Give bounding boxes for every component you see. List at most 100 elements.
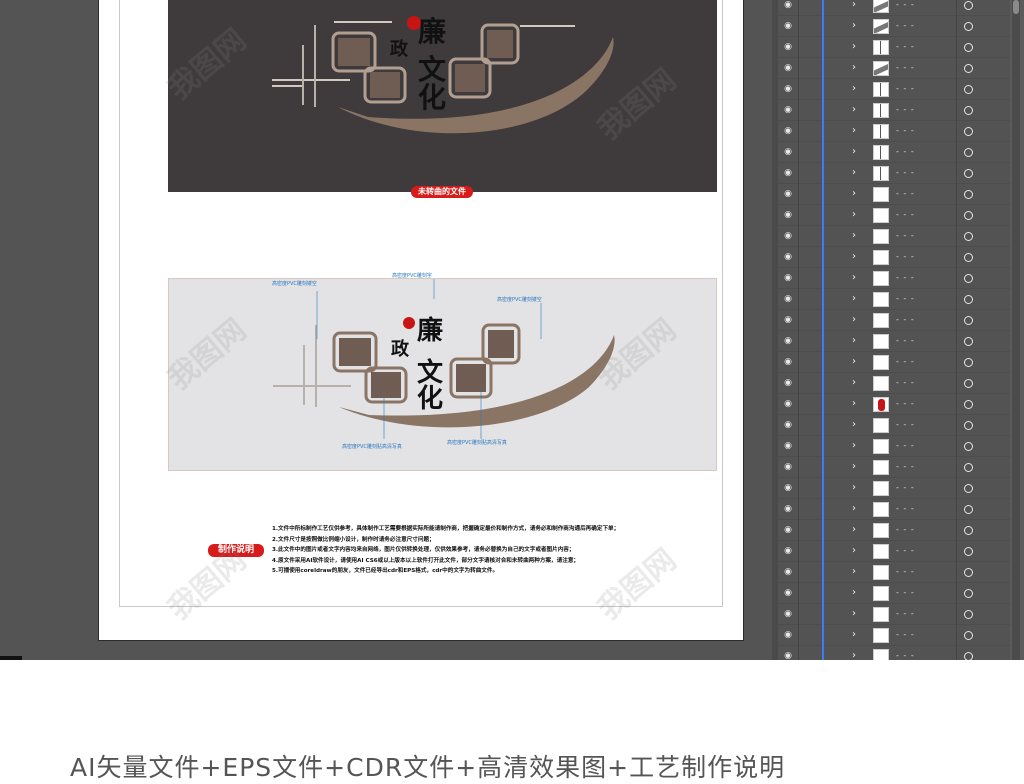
eye-icon[interactable]: ◉ xyxy=(780,483,796,494)
chevron-right-icon[interactable]: › xyxy=(852,544,856,557)
layer-row[interactable]: ◉ › - - - xyxy=(778,79,1010,100)
dark-design-preview[interactable]: 廉 政 文 化 xyxy=(168,0,717,192)
target-circle-icon[interactable] xyxy=(964,85,973,94)
layer-name[interactable]: - - - xyxy=(896,588,915,598)
layer-row[interactable]: ◉ › - - - xyxy=(778,583,1010,604)
eye-icon[interactable]: ◉ xyxy=(780,336,796,347)
layer-row[interactable]: ◉ › - - - xyxy=(778,121,1010,142)
chevron-right-icon[interactable]: › xyxy=(852,187,856,200)
target-circle-icon[interactable] xyxy=(964,64,973,73)
layer-row[interactable]: ◉ › - - - xyxy=(778,226,1010,247)
target-circle-icon[interactable] xyxy=(964,505,973,514)
eye-icon[interactable]: ◉ xyxy=(780,147,796,158)
layer-name[interactable]: - - - xyxy=(896,525,915,535)
chevron-right-icon[interactable]: › xyxy=(852,145,856,158)
layer-row[interactable]: ◉ › - - - xyxy=(778,205,1010,226)
chevron-right-icon[interactable]: › xyxy=(852,376,856,389)
target-circle-icon[interactable] xyxy=(964,400,973,409)
target-circle-icon[interactable] xyxy=(964,442,973,451)
chevron-right-icon[interactable]: › xyxy=(852,0,856,11)
layer-row[interactable]: ◉ › - - - xyxy=(778,457,1010,478)
chevron-right-icon[interactable]: › xyxy=(852,292,856,305)
target-circle-icon[interactable] xyxy=(964,169,973,178)
layer-row[interactable]: ◉ › - - - xyxy=(778,184,1010,205)
layer-row[interactable]: ◉ › - - - xyxy=(778,58,1010,79)
layer-row[interactable]: ◉ › - - - xyxy=(778,562,1010,583)
layer-row[interactable]: ◉ › - - - xyxy=(778,499,1010,520)
chevron-right-icon[interactable]: › xyxy=(852,103,856,116)
layer-name[interactable]: - - - xyxy=(896,42,915,52)
layer-name[interactable]: - - - xyxy=(896,273,915,283)
chevron-right-icon[interactable]: › xyxy=(852,40,856,53)
layer-name[interactable]: - - - xyxy=(896,399,915,409)
eye-icon[interactable]: ◉ xyxy=(780,0,796,11)
layer-row[interactable]: ◉ › - - - xyxy=(778,331,1010,352)
layer-row[interactable]: ◉ › - - - xyxy=(778,625,1010,646)
layer-row[interactable]: ◉ › - - - xyxy=(778,478,1010,499)
layer-row[interactable]: ◉ › - - - xyxy=(778,436,1010,457)
layer-name[interactable]: - - - xyxy=(896,294,915,304)
layer-name[interactable]: - - - xyxy=(896,567,915,577)
layer-name[interactable]: - - - xyxy=(896,21,915,31)
target-circle-icon[interactable] xyxy=(964,484,973,493)
eye-icon[interactable]: ◉ xyxy=(780,630,796,641)
eye-icon[interactable]: ◉ xyxy=(780,588,796,599)
eye-icon[interactable]: ◉ xyxy=(780,63,796,74)
chevron-right-icon[interactable]: › xyxy=(852,166,856,179)
chevron-right-icon[interactable]: › xyxy=(852,61,856,74)
target-circle-icon[interactable] xyxy=(964,211,973,220)
chevron-right-icon[interactable]: › xyxy=(852,523,856,536)
chevron-right-icon[interactable]: › xyxy=(852,313,856,326)
layer-row[interactable]: ◉ › - - - xyxy=(778,373,1010,394)
target-circle-icon[interactable] xyxy=(964,22,973,31)
chevron-right-icon[interactable]: › xyxy=(852,271,856,284)
chevron-right-icon[interactable]: › xyxy=(852,502,856,515)
chevron-right-icon[interactable]: › xyxy=(852,586,856,599)
chevron-right-icon[interactable]: › xyxy=(852,481,856,494)
chevron-right-icon[interactable]: › xyxy=(852,124,856,137)
eye-icon[interactable]: ◉ xyxy=(780,504,796,515)
eye-icon[interactable]: ◉ xyxy=(780,189,796,200)
layer-name[interactable]: - - - xyxy=(896,483,915,493)
target-circle-icon[interactable] xyxy=(964,568,973,577)
target-circle-icon[interactable] xyxy=(964,421,973,430)
target-circle-icon[interactable] xyxy=(964,652,973,660)
target-circle-icon[interactable] xyxy=(964,43,973,52)
layer-row[interactable]: ◉ › - - - xyxy=(778,37,1010,58)
eye-icon[interactable]: ◉ xyxy=(780,294,796,305)
target-circle-icon[interactable] xyxy=(964,295,973,304)
layer-name[interactable]: - - - xyxy=(896,210,915,220)
layer-name[interactable]: - - - xyxy=(896,462,915,472)
layer-name[interactable]: - - - xyxy=(896,252,915,262)
layer-list[interactable]: ◉ › - - - ◉ › - - - ◉ › - - - ◉ › - - - ◉ › - - - ◉ › - -… xyxy=(778,0,1010,660)
layer-row[interactable]: ◉ › - - - xyxy=(778,163,1010,184)
eye-icon[interactable]: ◉ xyxy=(780,21,796,32)
layer-row[interactable]: ◉ › - - - xyxy=(778,310,1010,331)
eye-icon[interactable]: ◉ xyxy=(780,567,796,578)
eye-icon[interactable]: ◉ xyxy=(780,273,796,284)
layer-row[interactable]: ◉ › - - - xyxy=(778,646,1010,660)
eye-icon[interactable]: ◉ xyxy=(780,252,796,263)
chevron-right-icon[interactable]: › xyxy=(852,649,856,660)
layer-name[interactable]: - - - xyxy=(896,147,915,157)
target-circle-icon[interactable] xyxy=(964,127,973,136)
layer-name[interactable]: - - - xyxy=(896,357,915,367)
layer-name[interactable]: - - - xyxy=(896,378,915,388)
eye-icon[interactable]: ◉ xyxy=(780,420,796,431)
chevron-right-icon[interactable]: › xyxy=(852,208,856,221)
layer-row[interactable]: ◉ › - - - xyxy=(778,16,1010,37)
target-circle-icon[interactable] xyxy=(964,589,973,598)
eye-icon[interactable]: ◉ xyxy=(780,210,796,221)
layers-scrollbar[interactable] xyxy=(1012,0,1020,660)
layer-row[interactable]: ◉ › - - - xyxy=(778,289,1010,310)
layer-row[interactable]: ◉ › - - - xyxy=(778,0,1010,16)
chevron-right-icon[interactable]: › xyxy=(852,397,856,410)
layer-name[interactable]: - - - xyxy=(896,441,915,451)
chevron-right-icon[interactable]: › xyxy=(852,460,856,473)
target-circle-icon[interactable] xyxy=(964,253,973,262)
target-circle-icon[interactable] xyxy=(964,274,973,283)
eye-icon[interactable]: ◉ xyxy=(780,126,796,137)
layer-name[interactable]: - - - xyxy=(896,420,915,430)
chevron-right-icon[interactable]: › xyxy=(852,565,856,578)
eye-icon[interactable]: ◉ xyxy=(780,42,796,53)
